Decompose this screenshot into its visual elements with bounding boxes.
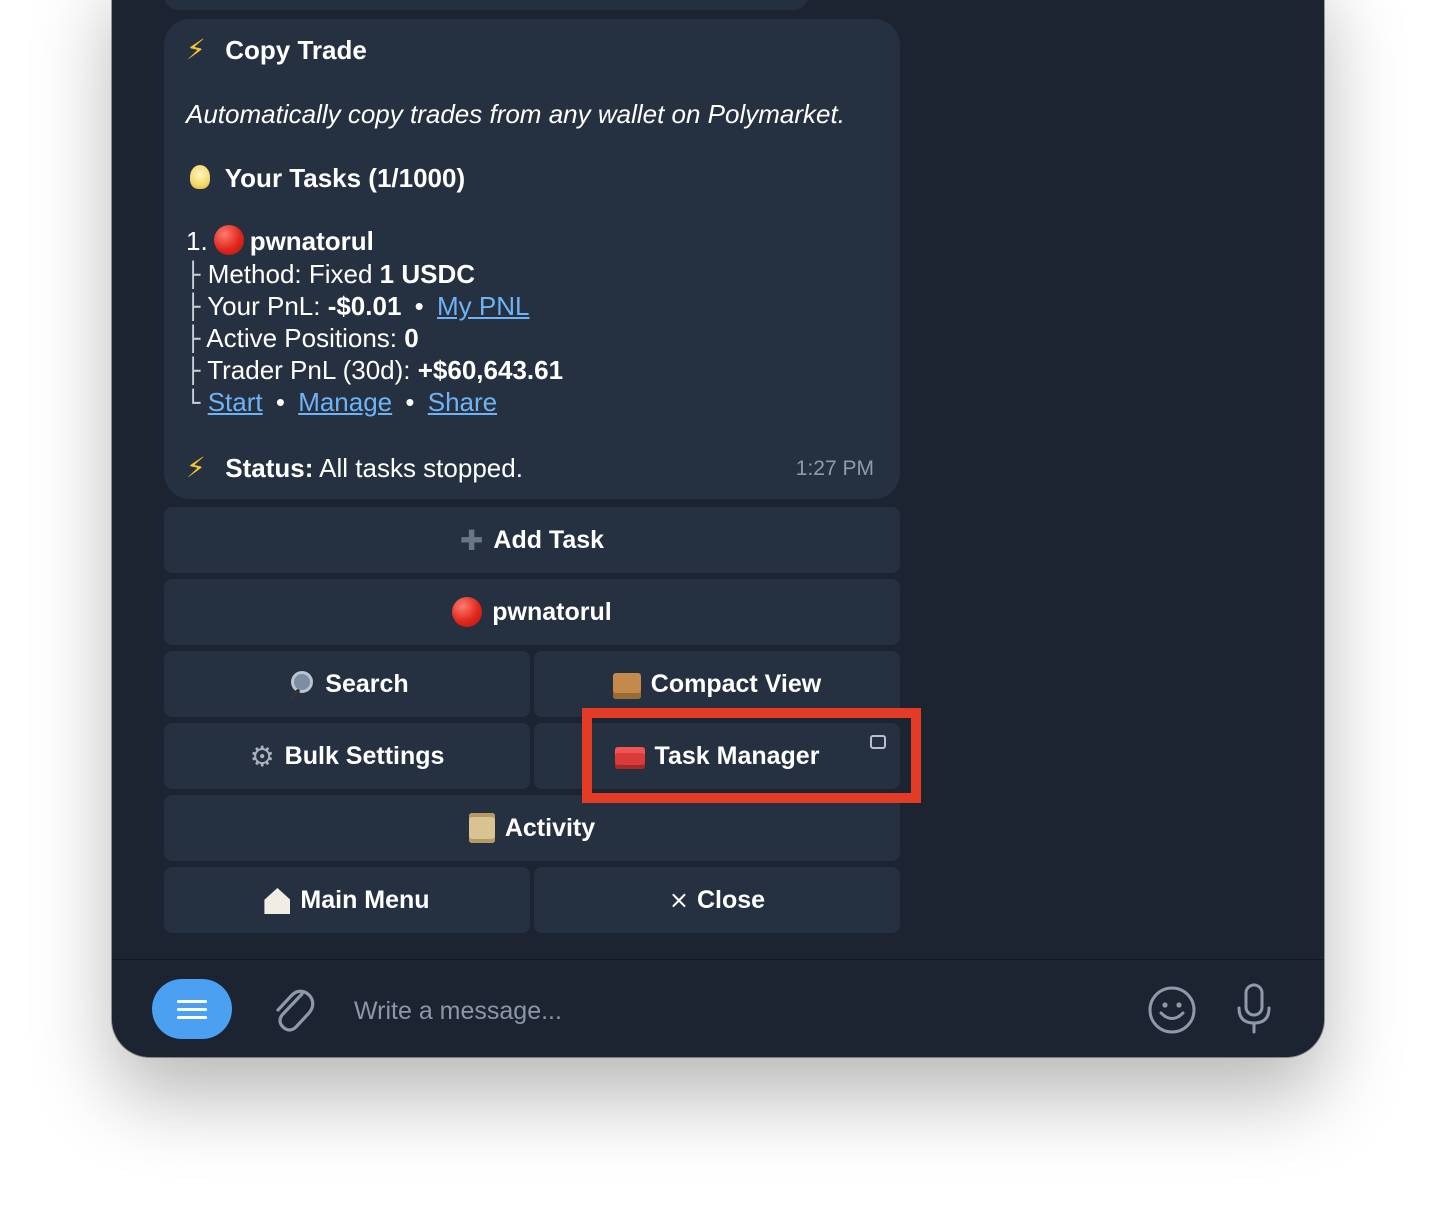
compact-view-button[interactable]: Compact View <box>534 651 900 717</box>
close-button[interactable]: × Close <box>534 867 900 933</box>
task-pnl-row: ├ Your PnL: -$0.01 • My PNL <box>186 291 529 322</box>
activity-label: Activity <box>504 813 596 842</box>
bot-menu-button[interactable] <box>152 979 232 1039</box>
gear-icon: ⚙ <box>249 739 275 773</box>
status-row: ⚡ Status: All tasks stopped. <box>186 451 523 484</box>
status-value: All tasks stopped. <box>313 453 523 483</box>
house-icon <box>264 888 291 914</box>
method-label: Method: Fixed <box>207 259 380 289</box>
message-title-row: ⚡ Copy Trade <box>186 33 367 66</box>
paperclip-icon[interactable] <box>268 982 316 1036</box>
start-link[interactable]: Start <box>208 387 263 417</box>
task-index: 1. <box>186 226 208 256</box>
menu-icon-line <box>177 999 207 1003</box>
compact-view-label: Compact View <box>650 669 822 698</box>
close-label: Close <box>697 885 766 914</box>
task-pwnatorul-button[interactable]: pwnatorul <box>164 579 900 645</box>
plus-icon: ✚ <box>459 523 484 557</box>
compose-bar <box>112 959 1324 1057</box>
message-title: Copy Trade <box>225 35 367 65</box>
task-row: 1. pwnatorul <box>186 225 374 257</box>
add-task-button[interactable]: ✚ Add Task <box>164 507 900 573</box>
task-manager-label: Task Manager <box>654 741 820 770</box>
previous-message-bubble <box>164 0 808 10</box>
positions-value: 0 <box>404 323 419 353</box>
task-manager-button[interactable]: Task Manager <box>534 723 900 789</box>
task-trader-pnl-row: ├ Trader PnL (30d): +$60,643.61 <box>186 355 563 386</box>
close-icon: × <box>668 886 689 914</box>
package-icon <box>612 673 641 699</box>
pnl-label: Your PnL: <box>207 291 328 321</box>
bulk-settings-label: Bulk Settings <box>284 741 445 770</box>
add-task-label: Add Task <box>493 525 605 554</box>
tree-branch-glyph: ├ <box>186 357 201 385</box>
status-label: Status: <box>225 453 314 483</box>
positions-label: Active Positions: <box>206 323 405 353</box>
message-input[interactable] <box>352 988 1116 1034</box>
method-value: 1 USDC <box>379 259 476 289</box>
search-label: Search <box>325 669 409 698</box>
main-menu-button[interactable]: Main Menu <box>164 867 530 933</box>
telegram-chat-window: ⚡ Copy Trade Automatically copy trades f… <box>112 0 1324 1057</box>
separator-dot: • <box>414 291 424 321</box>
task-name: pwnatorul <box>249 226 374 256</box>
tasks-header-row: Your Tasks (1/1000) <box>186 163 465 194</box>
emoji-icon[interactable] <box>1146 984 1198 1036</box>
manage-link[interactable]: Manage <box>298 387 392 417</box>
menu-icon-line <box>177 1015 207 1019</box>
trader-pnl-value: +$60,643.61 <box>417 355 564 385</box>
tree-branch-glyph: ├ <box>186 293 201 321</box>
light-bulb-icon <box>190 165 210 189</box>
lightning-icon: ⚡ <box>186 451 206 484</box>
message-timestamp: 1:27 PM <box>795 457 874 480</box>
red-circle-icon <box>452 597 483 627</box>
tree-end-glyph: └ <box>186 389 201 417</box>
tree-branch-glyph: ├ <box>186 261 201 289</box>
separator-dot: • <box>275 387 285 417</box>
task-actions-row: └ Start • Manage • Share <box>186 387 497 418</box>
bulk-settings-button[interactable]: ⚙ Bulk Settings <box>164 723 530 789</box>
lightning-icon: ⚡ <box>186 33 206 66</box>
main-menu-label: Main Menu <box>300 885 430 914</box>
separator-dot: • <box>405 387 415 417</box>
microphone-icon[interactable] <box>1234 982 1274 1036</box>
message-description: Automatically copy trades from any walle… <box>186 99 845 129</box>
scroll-icon <box>468 813 495 843</box>
magnifier-icon <box>285 669 315 699</box>
task-item-label: pwnatorul <box>492 597 612 626</box>
task-positions-row: ├ Active Positions: 0 <box>186 323 419 354</box>
menu-icon-line <box>177 1007 207 1011</box>
tasks-header: Your Tasks (1/1000) <box>224 163 466 193</box>
share-link[interactable]: Share <box>428 387 497 417</box>
bot-message-bubble: ⚡ Copy Trade Automatically copy trades f… <box>164 19 900 499</box>
toolbox-icon <box>614 747 645 769</box>
my-pnl-link[interactable]: My PNL <box>437 291 529 321</box>
trader-pnl-label: Trader PnL (30d): <box>207 355 418 385</box>
web-app-icon <box>870 735 886 749</box>
task-method-row: ├ Method: Fixed 1 USDC <box>186 259 475 290</box>
activity-button[interactable]: Activity <box>164 795 900 861</box>
red-circle-icon <box>213 225 244 255</box>
search-button[interactable]: Search <box>164 651 530 717</box>
pnl-value: -$0.01 <box>327 291 402 321</box>
tree-branch-glyph: ├ <box>186 325 201 353</box>
